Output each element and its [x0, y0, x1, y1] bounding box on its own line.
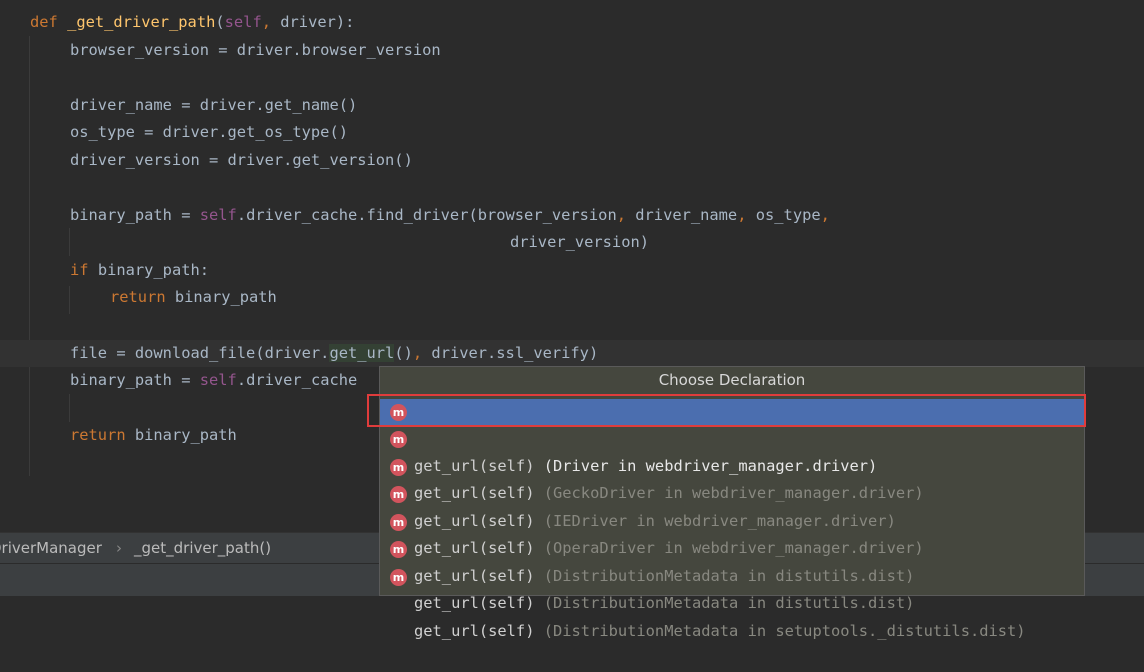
- code-text: binary_path =: [70, 206, 200, 224]
- indent-guide: [29, 36, 30, 476]
- choose-declaration-popup: Choose Declaration m get_url(self) (Driv…: [379, 366, 1085, 640]
- comma: ,: [820, 206, 830, 224]
- code-text: driver_name: [626, 206, 738, 224]
- method-icon: m: [390, 431, 407, 448]
- indent-guide: [69, 394, 70, 422]
- code-line[interactable]: return binary_path: [110, 284, 277, 311]
- code-text: .driver_cache.find_driver(browser_versio…: [236, 206, 617, 224]
- comma: ,: [261, 13, 271, 31]
- keyword-return: return: [70, 426, 126, 444]
- comma: ,: [616, 206, 626, 224]
- code-line[interactable]: driver_version = driver.get_version(): [70, 147, 413, 174]
- method-icon: m: [390, 404, 407, 421]
- declaration-signature: get_url(self): [414, 594, 535, 612]
- code-text: file = download_file(driver.: [70, 344, 330, 362]
- breadcrumb-method[interactable]: _get_driver_path(): [134, 533, 271, 563]
- breadcrumb-class[interactable]: DriverManager: [0, 533, 102, 563]
- declaration-item[interactable]: m get_url(self) (GeckoDriver in webdrive…: [380, 426, 1084, 502]
- keyword-return: return: [110, 288, 166, 306]
- params-rest: driver):: [271, 13, 355, 31]
- self-keyword: self: [199, 371, 237, 389]
- code-line[interactable]: driver_version): [510, 229, 649, 256]
- declaration-location: (DistributionMetadata in distutils.dist): [534, 594, 915, 612]
- code-text: binary_path: [125, 426, 237, 444]
- declaration-item[interactable]: m get_url(self) (DistributionMetadata in…: [380, 564, 1084, 640]
- code-text: binary_path:: [88, 261, 210, 279]
- declaration-item[interactable]: m get_url(self) (DistributionMetadata in…: [380, 509, 1084, 585]
- method-icon: m: [390, 486, 407, 503]
- paren: (: [215, 13, 225, 31]
- code-line[interactable]: browser_version = driver.browser_version: [70, 37, 441, 64]
- declaration-item[interactable]: m get_url(self) (OperaDriver in webdrive…: [380, 481, 1084, 557]
- declaration-signature: get_url(self): [414, 622, 535, 640]
- method-icon: m: [390, 459, 407, 476]
- self-param: self: [224, 13, 262, 31]
- code-line-def[interactable]: def _get_driver_path(self, driver):: [30, 9, 354, 36]
- code-text: os_type = driver.get_os_type(): [70, 123, 348, 141]
- keyword-if: if: [70, 261, 89, 279]
- code-line[interactable]: driver_name = driver.get_name(): [70, 92, 357, 119]
- declaration-item[interactable]: m get_url(self) (Driver in webdriver_man…: [380, 399, 1084, 475]
- code-line-current[interactable]: file = download_file(driver.get_url(), d…: [70, 340, 598, 367]
- method-icon: m: [390, 541, 407, 558]
- declaration-location: (DistributionMetadata in setuptools._dis…: [534, 622, 1026, 640]
- function-name: _get_driver_path: [67, 13, 216, 31]
- get-url-reference[interactable]: get_url: [329, 344, 395, 362]
- keyword-def: def: [30, 13, 58, 31]
- code-line[interactable]: binary_path = self.driver_cache: [70, 367, 357, 394]
- indent-guide: [69, 228, 70, 256]
- method-icon: m: [390, 569, 407, 586]
- code-text: browser_version = driver.browser_version: [70, 41, 441, 59]
- breadcrumb-separator: ›: [116, 539, 122, 557]
- comma: ,: [412, 344, 423, 362]
- code-text: os_type: [746, 206, 821, 224]
- code-text: binary_path =: [70, 371, 200, 389]
- code-text: driver_version): [510, 233, 649, 251]
- code-text: (): [394, 344, 413, 362]
- code-line[interactable]: return binary_path: [70, 422, 237, 449]
- code-line[interactable]: if binary_path:: [70, 257, 209, 284]
- method-icon: m: [390, 514, 407, 531]
- popup-title: Choose Declaration: [380, 367, 1084, 395]
- code-text: driver.ssl_verify): [422, 344, 599, 362]
- code-line[interactable]: binary_path = self.driver_cache.find_dri…: [70, 202, 830, 229]
- code-text: driver_name = driver.get_name(): [70, 96, 358, 114]
- self-keyword: self: [199, 206, 237, 224]
- code-line[interactable]: os_type = driver.get_os_type(): [70, 119, 348, 146]
- code-text: .driver_cache: [236, 371, 358, 389]
- indent-guide: [69, 286, 70, 314]
- code-text: binary_path: [165, 288, 277, 306]
- code-text: driver_version = driver.get_version(): [70, 151, 413, 169]
- declaration-item[interactable]: m get_url(self) (IEDriver in webdriver_m…: [380, 454, 1084, 530]
- declaration-item[interactable]: m get_url(self) (DistributionMetadata in…: [380, 536, 1084, 612]
